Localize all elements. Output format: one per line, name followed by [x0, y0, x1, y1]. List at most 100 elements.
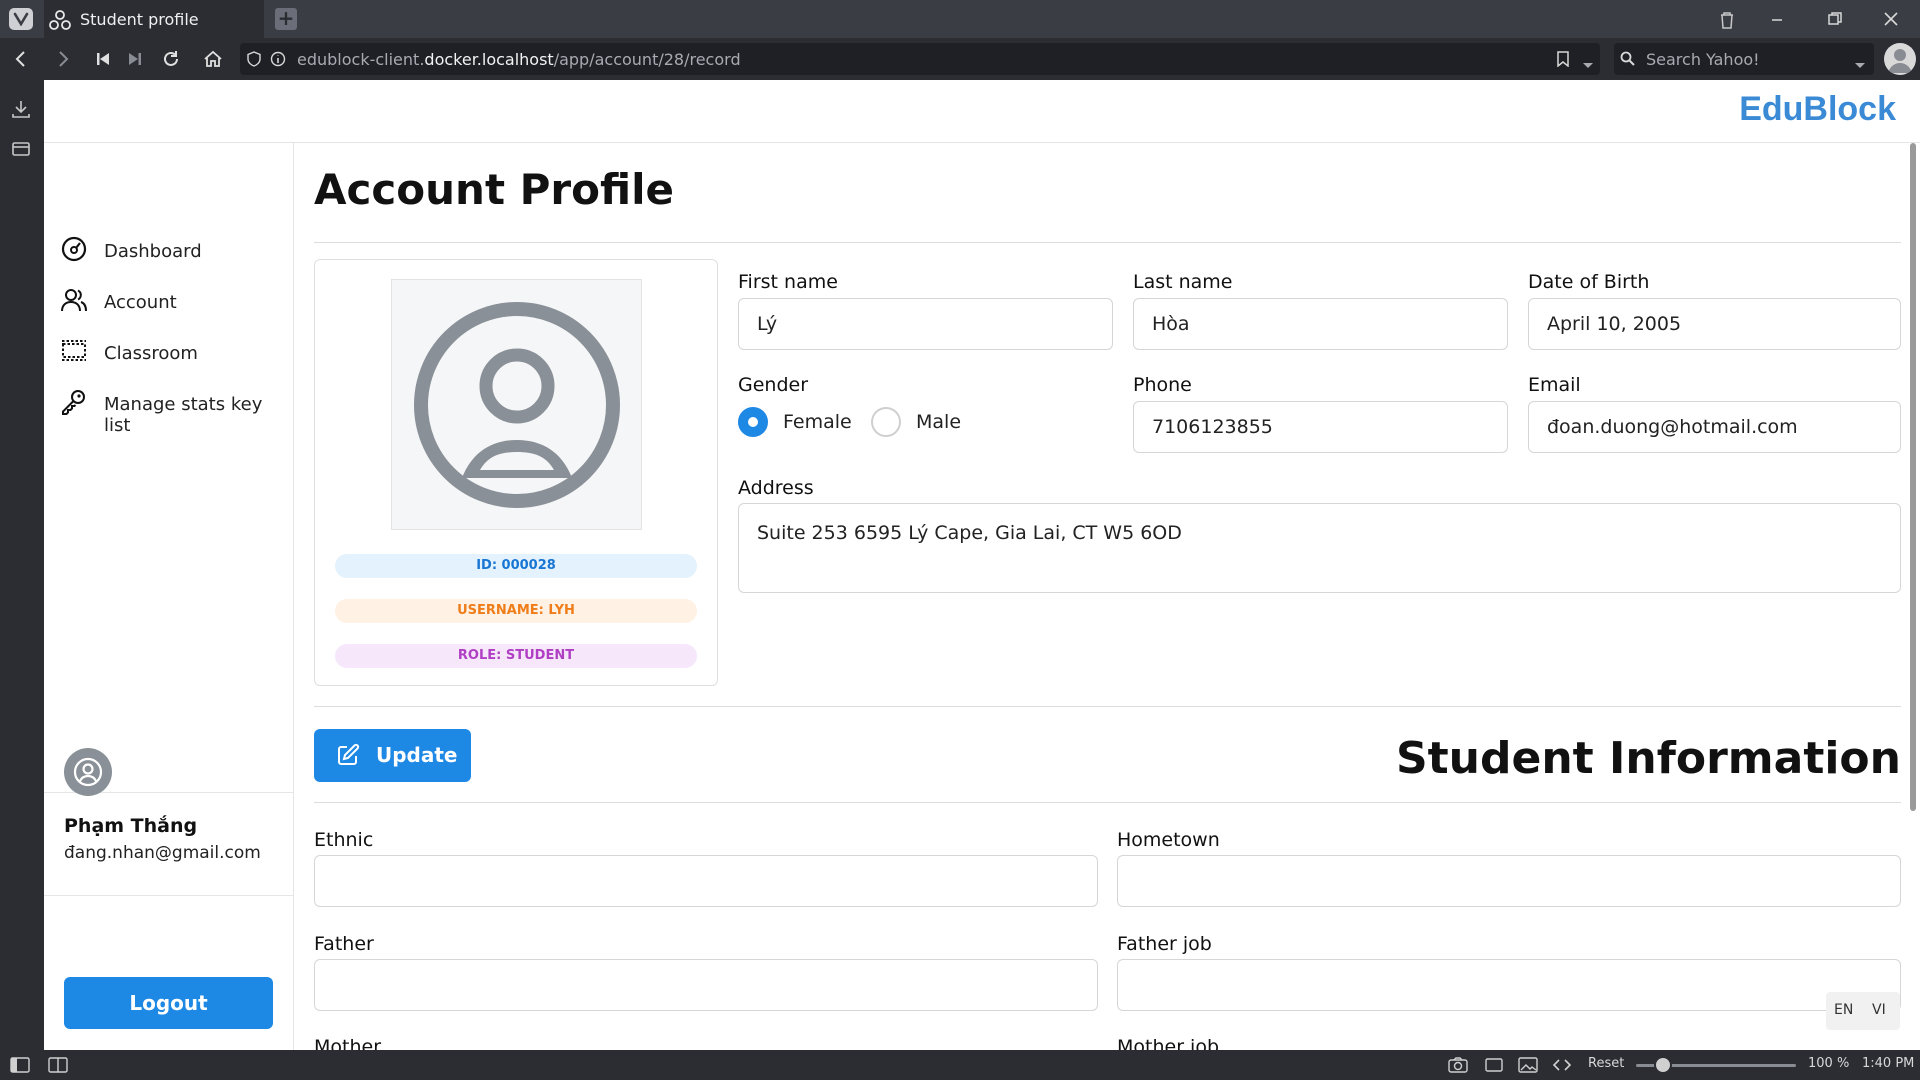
gender-female-radio[interactable]: [738, 407, 768, 437]
url-field[interactable]: edublock-client.docker.localhost/app/acc…: [240, 43, 1600, 75]
email-label: Email: [1528, 374, 1581, 396]
bookmark-icon[interactable]: [1556, 51, 1570, 71]
page-scrollbar[interactable]: [1910, 143, 1916, 811]
gender-label: Gender: [738, 374, 809, 396]
capture-icon[interactable]: [1448, 1056, 1468, 1078]
email-input[interactable]: đoan.duong@hotmail.com: [1528, 401, 1901, 453]
rewind-icon[interactable]: [90, 46, 116, 72]
search-engine-chevron-icon[interactable]: [1854, 55, 1866, 74]
browser-side-panel: [0, 80, 44, 1050]
role-badge: ROLE: STUDENT: [335, 644, 697, 668]
fast-forward-icon[interactable]: [122, 46, 148, 72]
dashboard-icon: [60, 235, 88, 268]
sidebar-item-account[interactable]: Account: [60, 284, 290, 320]
lang-vi-button[interactable]: VI: [1872, 1002, 1886, 1018]
vivaldi-menu-icon[interactable]: [9, 8, 33, 30]
address-textarea[interactable]: Suite 253 6595 Lý Cape, Gia Lai, CT W5 6…: [738, 503, 1901, 593]
profile-card: ID: 000028 USERNAME: LYH ROLE: STUDENT: [314, 259, 718, 686]
update-button[interactable]: Update: [314, 729, 471, 782]
id-badge: ID: 000028: [335, 554, 697, 578]
browser-address-bar: edublock-client.docker.localhost/app/acc…: [0, 38, 1920, 80]
users-icon: [60, 286, 88, 319]
gender-male-label[interactable]: Male: [916, 411, 961, 433]
dob-label: Date of Birth: [1528, 271, 1650, 293]
ethnic-input[interactable]: [314, 855, 1098, 907]
hometown-label: Hometown: [1117, 829, 1220, 851]
site-info-icon[interactable]: [270, 51, 286, 71]
gender-male-radio[interactable]: [871, 407, 901, 437]
page-actions-icon[interactable]: [1552, 1056, 1572, 1078]
url-text: edublock-client.docker.localhost/app/acc…: [297, 50, 741, 69]
shield-icon[interactable]: [246, 51, 262, 71]
tab-student-profile[interactable]: Student profile: [44, 0, 264, 38]
tiling-icon[interactable]: [48, 1056, 68, 1078]
dob-input[interactable]: April 10, 2005: [1528, 298, 1901, 350]
new-tab-button[interactable]: +: [275, 8, 297, 30]
zoom-level: 100 %: [1808, 1056, 1850, 1071]
browser-status-bar: Reset 100 % 1:40 PM: [0, 1050, 1920, 1080]
father-job-input[interactable]: [1117, 959, 1901, 1011]
app-root: EduBlock Dashboard Account Classroom Man…: [44, 80, 1920, 1050]
edublock-favicon-icon: [48, 8, 72, 36]
hometown-input[interactable]: [1117, 855, 1901, 907]
zoom-slider-knob[interactable]: [1654, 1056, 1672, 1074]
sidebar-item-label: Dashboard: [104, 241, 202, 262]
user-name: Phạm Thắng: [64, 815, 198, 837]
title-divider: [314, 242, 1901, 243]
back-icon[interactable]: [8, 46, 34, 72]
trash-icon[interactable]: [1712, 6, 1742, 32]
logout-button[interactable]: Logout: [64, 977, 273, 1029]
search-icon: [1620, 51, 1638, 71]
search-field[interactable]: Search Yahoo!: [1614, 43, 1874, 75]
student-info-title: Student Information: [1395, 733, 1901, 784]
page-title: Account Profile: [314, 165, 675, 214]
sidebar-item-label: Manage stats key list: [104, 394, 263, 436]
phone-input[interactable]: 7106123855: [1133, 401, 1508, 453]
close-window-icon[interactable]: [1876, 6, 1906, 32]
sidebar-divider: [44, 895, 294, 896]
user-email: đang.nhan@gmail.com: [64, 843, 261, 863]
father-input[interactable]: [314, 959, 1098, 1011]
father-job-label: Father job: [1117, 933, 1212, 955]
sidebar-item-dashboard[interactable]: Dashboard: [60, 233, 290, 269]
reload-icon[interactable]: [158, 46, 184, 72]
forward-icon[interactable]: [50, 46, 76, 72]
downloads-icon[interactable]: [10, 98, 34, 122]
section-divider: [314, 706, 1901, 707]
username-badge: USERNAME: LYH: [335, 599, 697, 623]
page-tile-icon[interactable]: [1484, 1056, 1504, 1078]
first-name-input[interactable]: Lý: [738, 298, 1113, 350]
update-button-label: Update: [376, 743, 458, 767]
window-panel-icon[interactable]: [10, 138, 34, 162]
browser-tab-bar: Student profile +: [0, 0, 1920, 38]
zoom-reset-button[interactable]: Reset: [1588, 1056, 1624, 1071]
first-name-label: First name: [738, 271, 838, 293]
brand-logo[interactable]: EduBlock: [1739, 90, 1896, 129]
profile-avatar[interactable]: [391, 279, 642, 530]
last-name-input[interactable]: Hòa: [1133, 298, 1508, 350]
restore-window-icon[interactable]: [1820, 6, 1850, 32]
tab-title: Student profile: [80, 10, 199, 29]
sidebar-item-label: Classroom: [104, 343, 198, 364]
minimize-window-icon[interactable]: [1762, 6, 1792, 32]
browser-profile-avatar[interactable]: [1884, 43, 1916, 75]
ethnic-label: Ethnic: [314, 829, 374, 851]
key-icon: [60, 388, 88, 421]
lang-en-button[interactable]: EN: [1834, 1002, 1853, 1018]
search-placeholder: Search Yahoo!: [1646, 50, 1760, 69]
sidebar-item-label: Account: [104, 292, 177, 313]
sidebar-item-manage-stats-key-list[interactable]: Manage stats key list: [60, 386, 290, 436]
images-icon[interactable]: [1518, 1056, 1538, 1078]
mother-label: Mother: [314, 1036, 382, 1050]
classroom-icon: [60, 337, 88, 370]
user-avatar: [64, 748, 112, 796]
sidebar-item-classroom[interactable]: Classroom: [60, 335, 290, 371]
edit-icon: [338, 743, 360, 765]
language-switch: EN VI: [1826, 992, 1900, 1030]
sidebar: Dashboard Account Classroom Manage stats…: [44, 143, 294, 1050]
panel-toggle-icon[interactable]: [10, 1056, 30, 1078]
father-label: Father: [314, 933, 374, 955]
home-icon[interactable]: [200, 46, 226, 72]
chevron-down-icon[interactable]: [1582, 55, 1594, 74]
gender-female-label[interactable]: Female: [783, 411, 852, 433]
